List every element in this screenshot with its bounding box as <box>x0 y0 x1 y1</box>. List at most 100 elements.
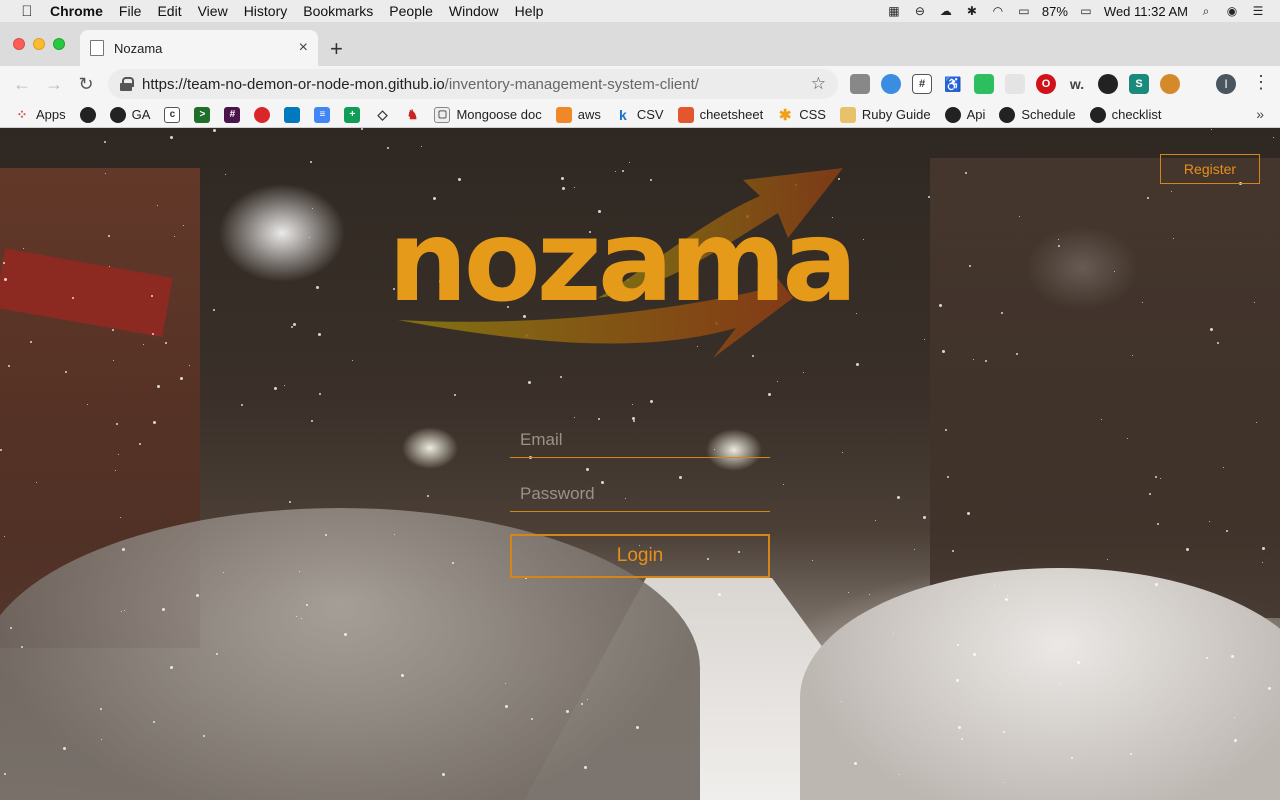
reload-icon[interactable]: ↻ <box>70 74 102 95</box>
nozama-logo: nozama <box>388 158 898 378</box>
battery-icon[interactable]: ▭ <box>1078 4 1094 18</box>
fullscreen-window-icon[interactable] <box>53 38 65 50</box>
bookmark-code[interactable]: c <box>164 106 181 123</box>
extension-ghost-icon[interactable] <box>850 74 870 94</box>
bookmark-apps[interactable]: ⁘ Apps <box>14 107 66 123</box>
snowflake <box>289 501 291 503</box>
snowflake <box>112 329 114 331</box>
window-layout-icon[interactable]: ▦ <box>886 4 902 18</box>
snowflake <box>421 146 422 147</box>
bluetooth-icon[interactable]: ✱ <box>964 4 980 18</box>
extension-accessibility-icon[interactable]: ♿ <box>943 74 963 94</box>
snowflake <box>115 470 116 471</box>
whatruns-icon[interactable]: w. <box>1067 74 1087 94</box>
snowflake <box>939 304 942 307</box>
snowflake <box>1127 438 1128 439</box>
snowflake <box>196 594 199 597</box>
extension-face-icon[interactable] <box>1160 74 1180 94</box>
snowflake <box>1234 717 1235 718</box>
bookmark-dragon[interactable]: ♞ <box>404 107 420 123</box>
menu-people[interactable]: People <box>381 3 441 19</box>
snowflake <box>108 235 110 237</box>
email-input[interactable]: Email <box>510 418 770 458</box>
snowflake <box>296 616 297 617</box>
tab-title: Nozama <box>114 40 163 56</box>
menu-view[interactable]: View <box>190 3 236 19</box>
bookmark-aws[interactable]: aws <box>555 106 601 123</box>
do-not-disturb-icon[interactable]: ⊖ <box>912 4 928 18</box>
extension-grid-icon[interactable]: # <box>912 74 932 94</box>
snowflake <box>3 262 5 264</box>
bookmark-cheetsheet[interactable]: cheetsheet <box>677 106 763 123</box>
bookmark-schedule[interactable]: Schedule <box>999 106 1076 123</box>
tab-close-icon[interactable]: × <box>299 39 308 57</box>
dark-mode-icon[interactable] <box>1098 74 1118 94</box>
snowflake <box>223 572 224 573</box>
apple-menu-icon[interactable]:  <box>12 3 42 20</box>
bookmark-ruby-guide[interactable]: Ruby Guide <box>839 106 931 123</box>
bookmark-csv[interactable]: k CSV <box>615 107 664 123</box>
minimize-window-icon[interactable] <box>33 38 45 50</box>
bookmark-sheets[interactable]: + <box>344 106 361 123</box>
address-bar[interactable]: https://team-no-demon-or-node-mon.github… <box>108 69 838 99</box>
lock-icon[interactable] <box>120 77 134 91</box>
snowflake <box>361 128 363 130</box>
snowflake <box>30 341 32 343</box>
bookmark-terminal[interactable]: > <box>194 106 211 123</box>
close-window-icon[interactable] <box>13 38 25 50</box>
snowflake <box>1005 598 1008 601</box>
notification-center-icon[interactable]: ☰ <box>1250 4 1266 18</box>
new-tab-button[interactable]: + <box>330 36 343 62</box>
bookmark-star-icon[interactable]: ☆ <box>811 74 826 94</box>
red-circle-icon <box>254 106 271 123</box>
slack-icon: # <box>224 106 241 123</box>
trello-icon <box>284 106 301 123</box>
bookmark-css[interactable]: ✱ CSS <box>777 107 826 124</box>
spotlight-search-icon[interactable]: ⌕ <box>1198 4 1214 18</box>
tab-nozama[interactable]: Nozama × <box>80 30 318 66</box>
menu-file[interactable]: File <box>111 3 150 19</box>
menu-window[interactable]: Window <box>441 3 507 19</box>
snowflake <box>636 726 639 729</box>
menu-help[interactable]: Help <box>507 3 552 19</box>
opera-icon[interactable]: O <box>1036 74 1056 94</box>
bookmark-codepen[interactable]: ◇ <box>374 107 390 123</box>
bookmark-checklist[interactable]: checklist <box>1089 106 1161 123</box>
menu-edit[interactable]: Edit <box>149 3 189 19</box>
chrome-menu-icon[interactable]: ⋮ <box>1252 72 1270 93</box>
snowflake <box>394 534 395 535</box>
airplay-icon[interactable]: ▭ <box>1016 4 1032 18</box>
bookmark-mongoose[interactable]: ▢ Mongoose doc <box>434 106 542 123</box>
aws-cube-icon <box>555 106 572 123</box>
snowflake <box>1016 353 1018 355</box>
register-button[interactable]: Register <box>1160 154 1260 184</box>
extension-s-icon[interactable]: S <box>1129 74 1149 94</box>
bookmark-red[interactable] <box>254 106 271 123</box>
profile-avatar[interactable]: I <box>1216 74 1236 94</box>
bookmark-trello[interactable] <box>284 106 301 123</box>
user-globe-icon[interactable]: ◉ <box>1224 4 1240 18</box>
clock[interactable]: Wed 11:32 AM <box>1104 4 1188 19</box>
login-button[interactable]: Login <box>510 534 770 578</box>
snowflake <box>225 174 226 175</box>
forward-arrow-icon[interactable]: → <box>38 74 70 95</box>
snowflake <box>875 520 876 521</box>
back-arrow-icon[interactable]: ← <box>6 74 38 95</box>
bookmarks-overflow-icon[interactable]: » <box>1256 106 1264 122</box>
menu-history[interactable]: History <box>236 3 296 19</box>
bookmark-github[interactable] <box>79 106 96 123</box>
menu-bookmarks[interactable]: Bookmarks <box>295 3 381 19</box>
snowflake <box>100 708 102 710</box>
bookmark-api[interactable]: Api <box>944 106 985 123</box>
evernote-icon[interactable] <box>974 74 994 94</box>
menu-app-name[interactable]: Chrome <box>42 3 111 19</box>
password-input[interactable]: Password <box>510 472 770 512</box>
wifi-icon[interactable]: ◠ <box>990 4 1006 18</box>
snowflake <box>897 496 900 499</box>
bookmark-slack[interactable]: # <box>224 106 241 123</box>
extension-blank-icon[interactable] <box>1005 74 1025 94</box>
bookmark-docs[interactable]: ≡ <box>314 106 331 123</box>
bookmark-ga[interactable]: GA <box>109 106 150 123</box>
extension-blue-icon[interactable] <box>881 74 901 94</box>
cloud-icon[interactable]: ☁ <box>938 4 954 18</box>
